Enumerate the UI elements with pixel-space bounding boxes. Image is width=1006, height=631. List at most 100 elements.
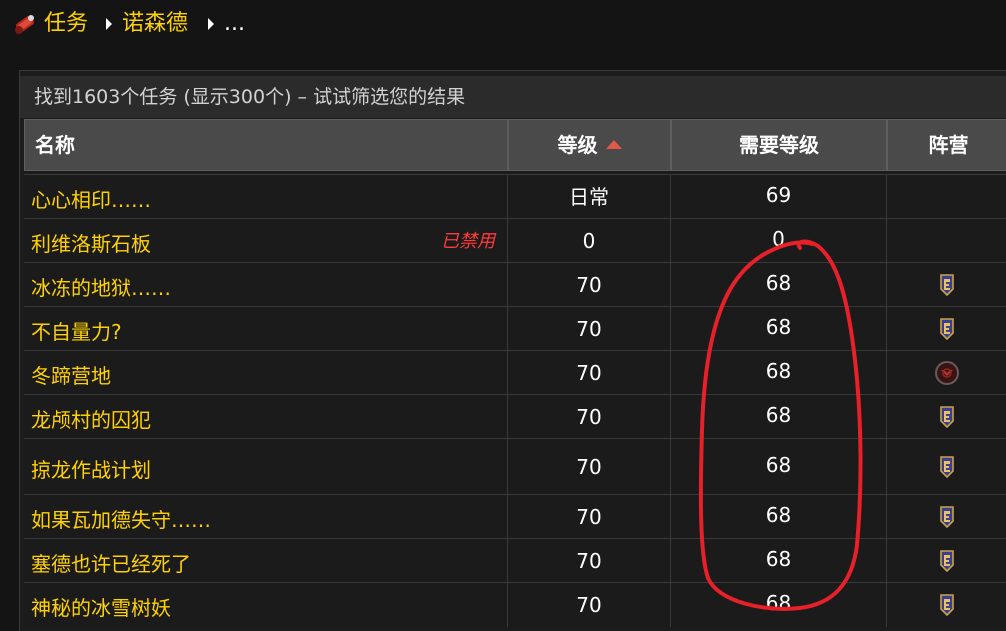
table-row: 塞德也许已经死了 70 68: [24, 538, 1006, 583]
alliance-shield-icon[interactable]: [939, 405, 955, 433]
disabled-badge: 已禁用: [441, 231, 495, 252]
table-row: 如果瓦加德失守…… 70 68: [24, 494, 1006, 539]
quest-name-link[interactable]: 冰冻的地狱……: [31, 272, 171, 301]
quest-required-level-cell: 68: [671, 495, 887, 539]
quest-required-level-value: 0: [772, 227, 785, 251]
quest-required-level-value: 68: [765, 591, 792, 615]
quest-faction-cell: [887, 583, 1006, 627]
quest-name-link[interactable]: 冬蹄营地: [31, 360, 111, 389]
column-header-faction-label: 阵营: [928, 133, 969, 157]
breadcrumb: 任务 诺森德 ...: [0, 0, 1006, 50]
horde-emblem-icon[interactable]: [934, 360, 960, 390]
quest-name-cell: 塞德也许已经死了: [24, 539, 508, 583]
table-row: 不自量力? 70 68: [24, 306, 1006, 351]
table-row: 掠龙作战计划 70 68: [24, 438, 1006, 495]
quest-level-cell: 70: [508, 495, 671, 539]
quest-required-level-value: 69: [765, 183, 792, 207]
alliance-shield-icon[interactable]: [939, 455, 955, 483]
column-header-level-label: 等级: [557, 133, 598, 157]
quest-faction-cell: [887, 495, 1006, 539]
alliance-shield-icon[interactable]: [939, 317, 955, 345]
alliance-shield-icon[interactable]: [939, 273, 955, 301]
quest-level-cell: 70: [508, 439, 671, 495]
column-header-faction[interactable]: 阵营: [887, 119, 1006, 171]
chevron-right-icon: [106, 18, 112, 30]
quest-level-cell: 70: [508, 307, 671, 351]
quest-name-link[interactable]: 如果瓦加德失守……: [31, 504, 211, 533]
breadcrumb-item-northrend[interactable]: 诺森德: [122, 8, 188, 40]
quest-name-link[interactable]: 利维洛斯石板: [31, 228, 151, 257]
quest-required-level-value: 68: [765, 271, 792, 295]
quest-required-level-cell: 68: [671, 263, 887, 307]
quest-required-level-cell: 68: [671, 351, 887, 395]
quest-faction-cell: [887, 539, 1006, 583]
quest-level-value: 70: [576, 593, 602, 617]
column-header-name[interactable]: 名称: [24, 119, 508, 171]
quest-level-value: 70: [576, 455, 602, 479]
quest-faction-cell: [887, 219, 1006, 263]
column-header-name-label: 名称: [35, 133, 75, 157]
quest-level-value: 0: [582, 229, 596, 253]
table-row: 利维洛斯石板 已禁用 0 0: [24, 218, 1006, 263]
quest-required-level-cell: 68: [671, 539, 887, 583]
quest-name-cell: 心心相印……: [24, 175, 508, 219]
alliance-shield-icon[interactable]: [939, 593, 955, 621]
quest-required-level-cell: 68: [671, 307, 887, 351]
quest-name-link[interactable]: 塞德也许已经死了: [31, 548, 191, 577]
column-header-level[interactable]: 等级: [508, 119, 671, 171]
quest-level-value: 70: [576, 317, 602, 341]
quest-required-level-cell: 0: [671, 219, 887, 263]
quest-required-level-value: 68: [765, 403, 792, 427]
quest-name-cell: 冰冻的地狱……: [24, 263, 508, 307]
results-summary: 找到1603个任务 (显示300个) – 试试筛选您的结果: [34, 86, 466, 108]
table-row: 龙颅村的囚犯 70 68: [24, 394, 1006, 439]
quest-faction-cell: [887, 263, 1006, 307]
quest-level-cell: 70: [508, 539, 671, 583]
quest-name-link[interactable]: 不自量力?: [31, 316, 122, 345]
quest-faction-cell: [887, 351, 1006, 395]
quest-required-level-value: 68: [765, 315, 792, 339]
quest-faction-cell: [887, 175, 1006, 219]
breadcrumb-more[interactable]: ...: [224, 8, 245, 40]
breadcrumb-item-quests[interactable]: 任务: [44, 8, 88, 40]
quest-name-cell: 掠龙作战计划: [24, 439, 508, 495]
quest-level-cell: 70: [508, 583, 671, 627]
quest-required-level-value: 68: [765, 547, 792, 571]
quest-level-value: 70: [576, 273, 602, 297]
quest-level-cell: 0: [508, 219, 671, 263]
table-row: 冰冻的地狱…… 70 68: [24, 262, 1006, 307]
quest-name-cell: 不自量力?: [24, 307, 508, 351]
quest-name-cell: 冬蹄营地: [24, 351, 508, 395]
column-header-required-level[interactable]: 需要等级: [671, 119, 887, 171]
quest-faction-cell: [887, 439, 1006, 495]
quest-required-level-cell: 68: [671, 583, 887, 627]
quest-name-cell: 神秘的冰雪树妖: [24, 583, 508, 627]
quest-name-link[interactable]: 神秘的冰雪树妖: [31, 592, 171, 621]
quest-required-level-value: 68: [765, 453, 792, 477]
table-row: 神秘的冰雪树妖 70 68: [24, 582, 1006, 627]
quest-level-value: 70: [576, 549, 602, 573]
alliance-shield-icon[interactable]: [939, 505, 955, 533]
quest-level-value: 日常: [569, 185, 609, 209]
table-row: 冬蹄营地 70 68: [24, 350, 1006, 395]
quest-scroll-icon[interactable]: [12, 11, 38, 37]
column-header-required-level-label: 需要等级: [739, 133, 819, 157]
quest-required-level-cell: 68: [671, 439, 887, 495]
quest-level-cell: 70: [508, 351, 671, 395]
chevron-right-icon: [208, 18, 214, 30]
quest-required-level-value: 68: [765, 359, 792, 383]
alliance-shield-icon[interactable]: [939, 549, 955, 577]
quest-level-value: 70: [576, 361, 602, 385]
quest-level-cell: 70: [508, 263, 671, 307]
quest-required-level-cell: 69: [671, 175, 887, 219]
quest-name-link[interactable]: 龙颅村的囚犯: [31, 404, 151, 433]
quest-faction-cell: [887, 307, 1006, 351]
quest-name-link[interactable]: 心心相印……: [31, 184, 151, 213]
quest-name-cell: 如果瓦加德失守……: [24, 495, 508, 539]
results-summary-bar: 找到1603个任务 (显示300个) – 试试筛选您的结果: [20, 76, 1006, 118]
quest-name-link[interactable]: 掠龙作战计划: [31, 454, 151, 483]
table-row: 心心相印…… 日常 69: [24, 174, 1006, 219]
sort-ascending-icon: [605, 140, 622, 149]
quest-required-level-value: 68: [765, 503, 792, 527]
quest-required-level-cell: 68: [671, 395, 887, 439]
